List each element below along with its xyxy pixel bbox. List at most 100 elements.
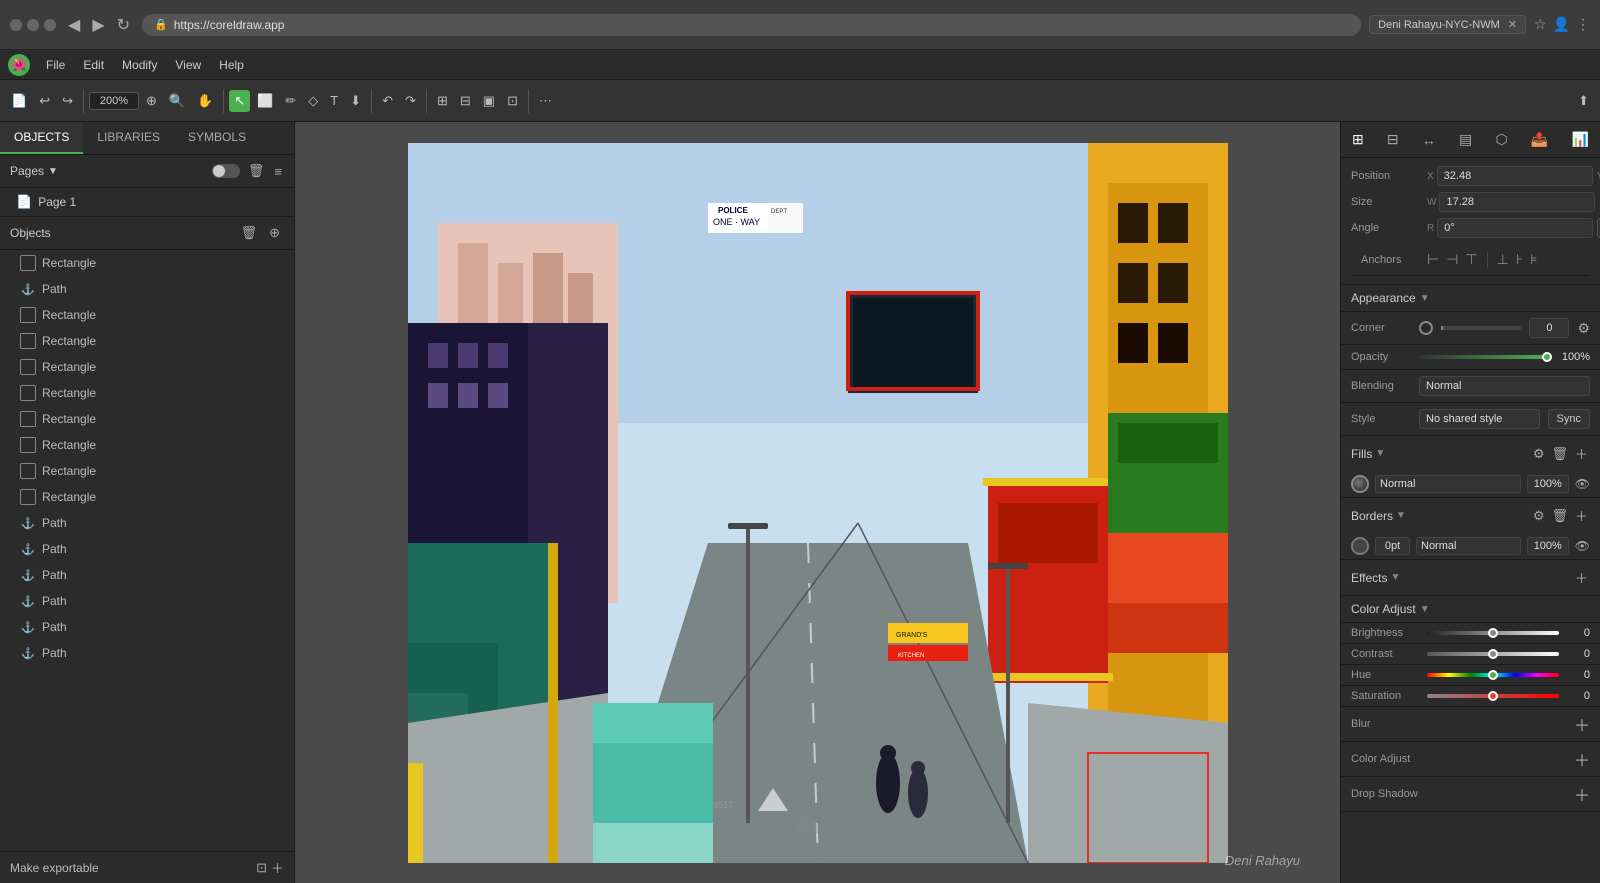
nav-refresh-button[interactable]: ↻ — [113, 13, 134, 37]
properties-icon-btn[interactable]: ⊞ — [1349, 128, 1367, 151]
obj-path-3[interactable]: ⚓ Path — [0, 536, 294, 562]
border-blend-select[interactable]: Normal — [1416, 537, 1521, 555]
page-1-item[interactable]: 📄 Page 1 — [0, 188, 294, 216]
transform-icon-btn[interactable]: ↔ — [1419, 128, 1439, 151]
obj-rectangle-5[interactable]: Rectangle — [0, 380, 294, 406]
angle-input[interactable] — [1437, 218, 1593, 238]
text-btn[interactable]: T — [325, 90, 343, 111]
export-scene-btn[interactable]: ⊡ — [256, 858, 267, 877]
menu-edit[interactable]: Edit — [75, 55, 112, 75]
select-tool-btn[interactable]: ↖ — [229, 90, 250, 112]
borders-add-btn[interactable]: ＋ — [1573, 504, 1590, 527]
obj-rectangle-1[interactable]: Rectangle — [0, 250, 294, 276]
anchor-bottom-btn[interactable]: ⊧ — [1528, 249, 1539, 270]
undo2-btn[interactable]: ↶ — [377, 90, 398, 112]
shape-btn[interactable]: ⬜ — [252, 90, 278, 112]
fills-delete-btn[interactable]: 🗑 — [1549, 442, 1570, 465]
distribute-btn[interactable]: ⊟ — [455, 90, 476, 112]
fill-opacity-input[interactable] — [1527, 475, 1569, 493]
add-object-btn[interactable]: ⊕ — [265, 223, 284, 243]
obj-rectangle-7[interactable]: Rectangle — [0, 432, 294, 458]
border-size-input[interactable] — [1375, 537, 1410, 555]
borders-settings-btn[interactable]: ⚙ — [1531, 504, 1547, 527]
ungroup-btn[interactable]: ⊡ — [502, 90, 523, 112]
blur-add-btn[interactable]: ＋ — [1574, 712, 1590, 736]
opacity-slider[interactable] — [1419, 355, 1547, 359]
obj-rectangle-9[interactable]: Rectangle — [0, 484, 294, 510]
obj-path-1[interactable]: ⚓ Path — [0, 276, 294, 302]
menu-help[interactable]: Help — [211, 55, 252, 75]
menu-modify[interactable]: Modify — [114, 55, 165, 75]
redo-btn[interactable]: ↪ — [57, 90, 78, 112]
align-icon-btn[interactable]: ⊟ — [1384, 128, 1402, 151]
anchor-right-btn[interactable]: ⊤ — [1463, 249, 1479, 270]
tab-symbols[interactable]: SYMBOLS — [174, 122, 260, 154]
more-tools-btn[interactable]: ⋯ — [534, 90, 557, 112]
anchor-center-v-btn[interactable]: ⊦ — [1514, 249, 1525, 270]
contrast-slider[interactable] — [1427, 652, 1559, 656]
layout-icon-btn[interactable]: ▤ — [1456, 128, 1475, 151]
new-document-btn[interactable]: 📄 — [6, 90, 32, 112]
bookmark-icon[interactable]: ☆ — [1534, 16, 1547, 33]
tab-libraries[interactable]: LIBRARIES — [83, 122, 174, 154]
anchor-center-h-btn[interactable]: ⊣ — [1444, 249, 1460, 270]
obj-rectangle-3[interactable]: Rectangle — [0, 328, 294, 354]
delete-object-btn[interactable]: 🗑 — [237, 223, 262, 243]
border-opacity-input[interactable] — [1527, 537, 1569, 555]
prototype-icon-btn[interactable]: ⬡ — [1492, 128, 1510, 151]
pan-btn[interactable]: ✋ — [192, 90, 218, 112]
menu-view[interactable]: View — [167, 55, 209, 75]
canvas-area[interactable]: POLICE ONE · WAY DEPT GRAND'S KITCHEN 05… — [295, 122, 1340, 883]
redo2-btn[interactable]: ↷ — [400, 90, 421, 112]
pen-btn[interactable]: ✏ — [280, 90, 301, 112]
add-page-btn[interactable]: ≡ — [272, 162, 284, 181]
zoom-in-btn[interactable]: ⊕ — [141, 90, 162, 112]
pages-toggle[interactable] — [212, 164, 240, 178]
nav-back-button[interactable]: ◀ — [64, 13, 84, 37]
corner-slider[interactable] — [1441, 326, 1521, 330]
obj-rectangle-2[interactable]: Rectangle — [0, 302, 294, 328]
obj-rectangle-8[interactable]: Rectangle — [0, 458, 294, 484]
hue-slider[interactable] — [1427, 673, 1559, 677]
anchor-left-btn[interactable]: ⊢ — [1425, 249, 1441, 270]
obj-rectangle-4[interactable]: Rectangle — [0, 354, 294, 380]
align-btn[interactable]: ⊞ — [432, 90, 453, 112]
zoom-input[interactable] — [89, 92, 139, 110]
menu-file[interactable]: File — [38, 55, 73, 75]
border-visibility-btn[interactable]: 👁 — [1575, 539, 1590, 553]
fills-settings-btn[interactable]: ⚙ — [1531, 442, 1547, 465]
node-btn[interactable]: ◇ — [303, 90, 323, 112]
add-export-btn[interactable]: ＋ — [271, 858, 284, 877]
obj-path-5[interactable]: ⚓ Path — [0, 588, 294, 614]
fill-color-circle[interactable] — [1351, 475, 1369, 493]
fill-blend-select[interactable]: Normal — [1375, 475, 1521, 493]
group-btn[interactable]: ▣ — [478, 90, 500, 112]
borders-delete-btn[interactable]: 🗑 — [1549, 504, 1570, 527]
fills-add-btn[interactable]: ＋ — [1573, 442, 1590, 465]
nav-forward-button[interactable]: ▶ — [88, 13, 108, 37]
menu-dots-icon[interactable]: ⋮ — [1576, 16, 1590, 33]
user-badge[interactable]: Deni Rahayu-NYC-NWM ✕ — [1369, 15, 1526, 34]
obj-path-2[interactable]: ⚓ Path — [0, 510, 294, 536]
corner-eq-btn[interactable]: ⚙ — [1577, 320, 1590, 337]
eyedropper-btn[interactable]: ⬇ — [345, 90, 366, 112]
close-tab-icon[interactable]: ✕ — [1508, 18, 1517, 31]
fill-visibility-btn[interactable]: 👁 — [1575, 477, 1590, 491]
undo-btn[interactable]: ↩ — [34, 90, 55, 112]
saturation-slider[interactable] — [1427, 694, 1559, 698]
effects-add-btn[interactable]: ＋ — [1573, 566, 1590, 589]
border-color-circle[interactable] — [1351, 537, 1369, 555]
user-account-icon[interactable]: 👤 — [1553, 16, 1570, 33]
obj-rectangle-6[interactable]: Rectangle — [0, 406, 294, 432]
tab-objects[interactable]: OBJECTS — [0, 122, 83, 154]
style-select[interactable]: No shared style — [1419, 409, 1540, 429]
style-sync-btn[interactable]: Sync — [1548, 409, 1590, 429]
delete-page-btn[interactable]: 🗑 — [246, 161, 267, 181]
obj-path-6[interactable]: ⚓ Path — [0, 614, 294, 640]
chart-icon-btn[interactable]: 📊 — [1569, 128, 1592, 151]
x-input[interactable] — [1437, 166, 1593, 186]
color-adjust-2-add-btn[interactable]: ＋ — [1574, 747, 1590, 771]
anchor-top-btn[interactable]: ⊥ — [1495, 249, 1511, 270]
w-input[interactable] — [1439, 192, 1595, 212]
export-icon-btn[interactable]: 📤 — [1528, 128, 1551, 151]
